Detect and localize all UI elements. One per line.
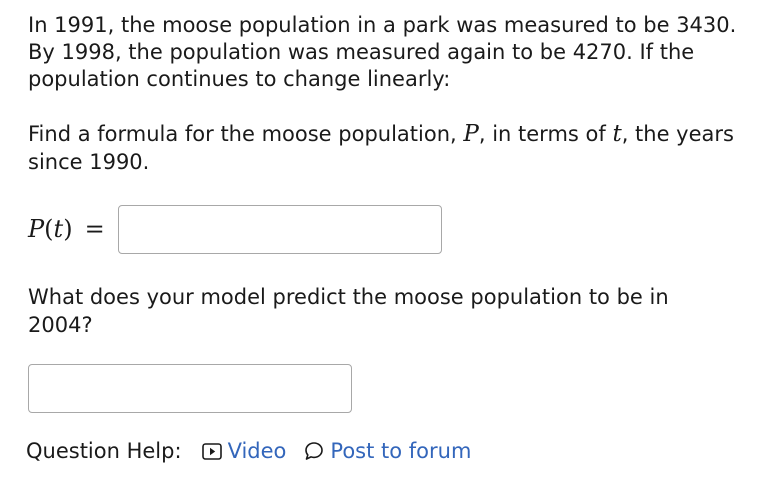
post-to-forum-link[interactable]: Post to forum <box>304 439 471 463</box>
formula-answer-row: P(t) = <box>28 204 442 254</box>
problem-statement-text: In 1991, the moose population in a park … <box>28 13 737 91</box>
formula-label-close-paren: ) <box>63 215 73 243</box>
question-prediction-text: What does your model predict the moose p… <box>28 285 669 337</box>
formula-label: P(t) = <box>28 215 118 243</box>
variable-p: P <box>463 121 479 147</box>
formula-answer-input[interactable] <box>118 204 442 254</box>
question-help-bar: Question Help: Video Post to forum <box>26 435 471 467</box>
formula-label-equals: = <box>84 215 105 243</box>
video-link[interactable]: Video <box>201 439 287 463</box>
question-prediction: What does your model predict the moose p… <box>28 283 718 339</box>
formula-label-open-paren: ( <box>44 215 54 243</box>
problem-statement: In 1991, the moose population in a park … <box>28 12 743 93</box>
formula-label-function: P <box>28 215 45 243</box>
question-help-label: Question Help: <box>26 439 182 463</box>
speech-bubble-icon <box>304 441 324 461</box>
variable-t: t <box>612 121 622 147</box>
question-formula: Find a formula for the moose population,… <box>28 120 743 176</box>
question-formula-text-before: Find a formula for the moose population, <box>28 122 464 146</box>
post-to-forum-label: Post to forum <box>330 439 472 463</box>
video-play-icon <box>201 442 222 460</box>
formula-label-argument: t <box>53 215 64 243</box>
question-formula-text-middle: , in terms of <box>478 122 613 146</box>
prediction-answer-input[interactable] <box>28 364 352 413</box>
video-link-label: Video <box>227 439 287 463</box>
